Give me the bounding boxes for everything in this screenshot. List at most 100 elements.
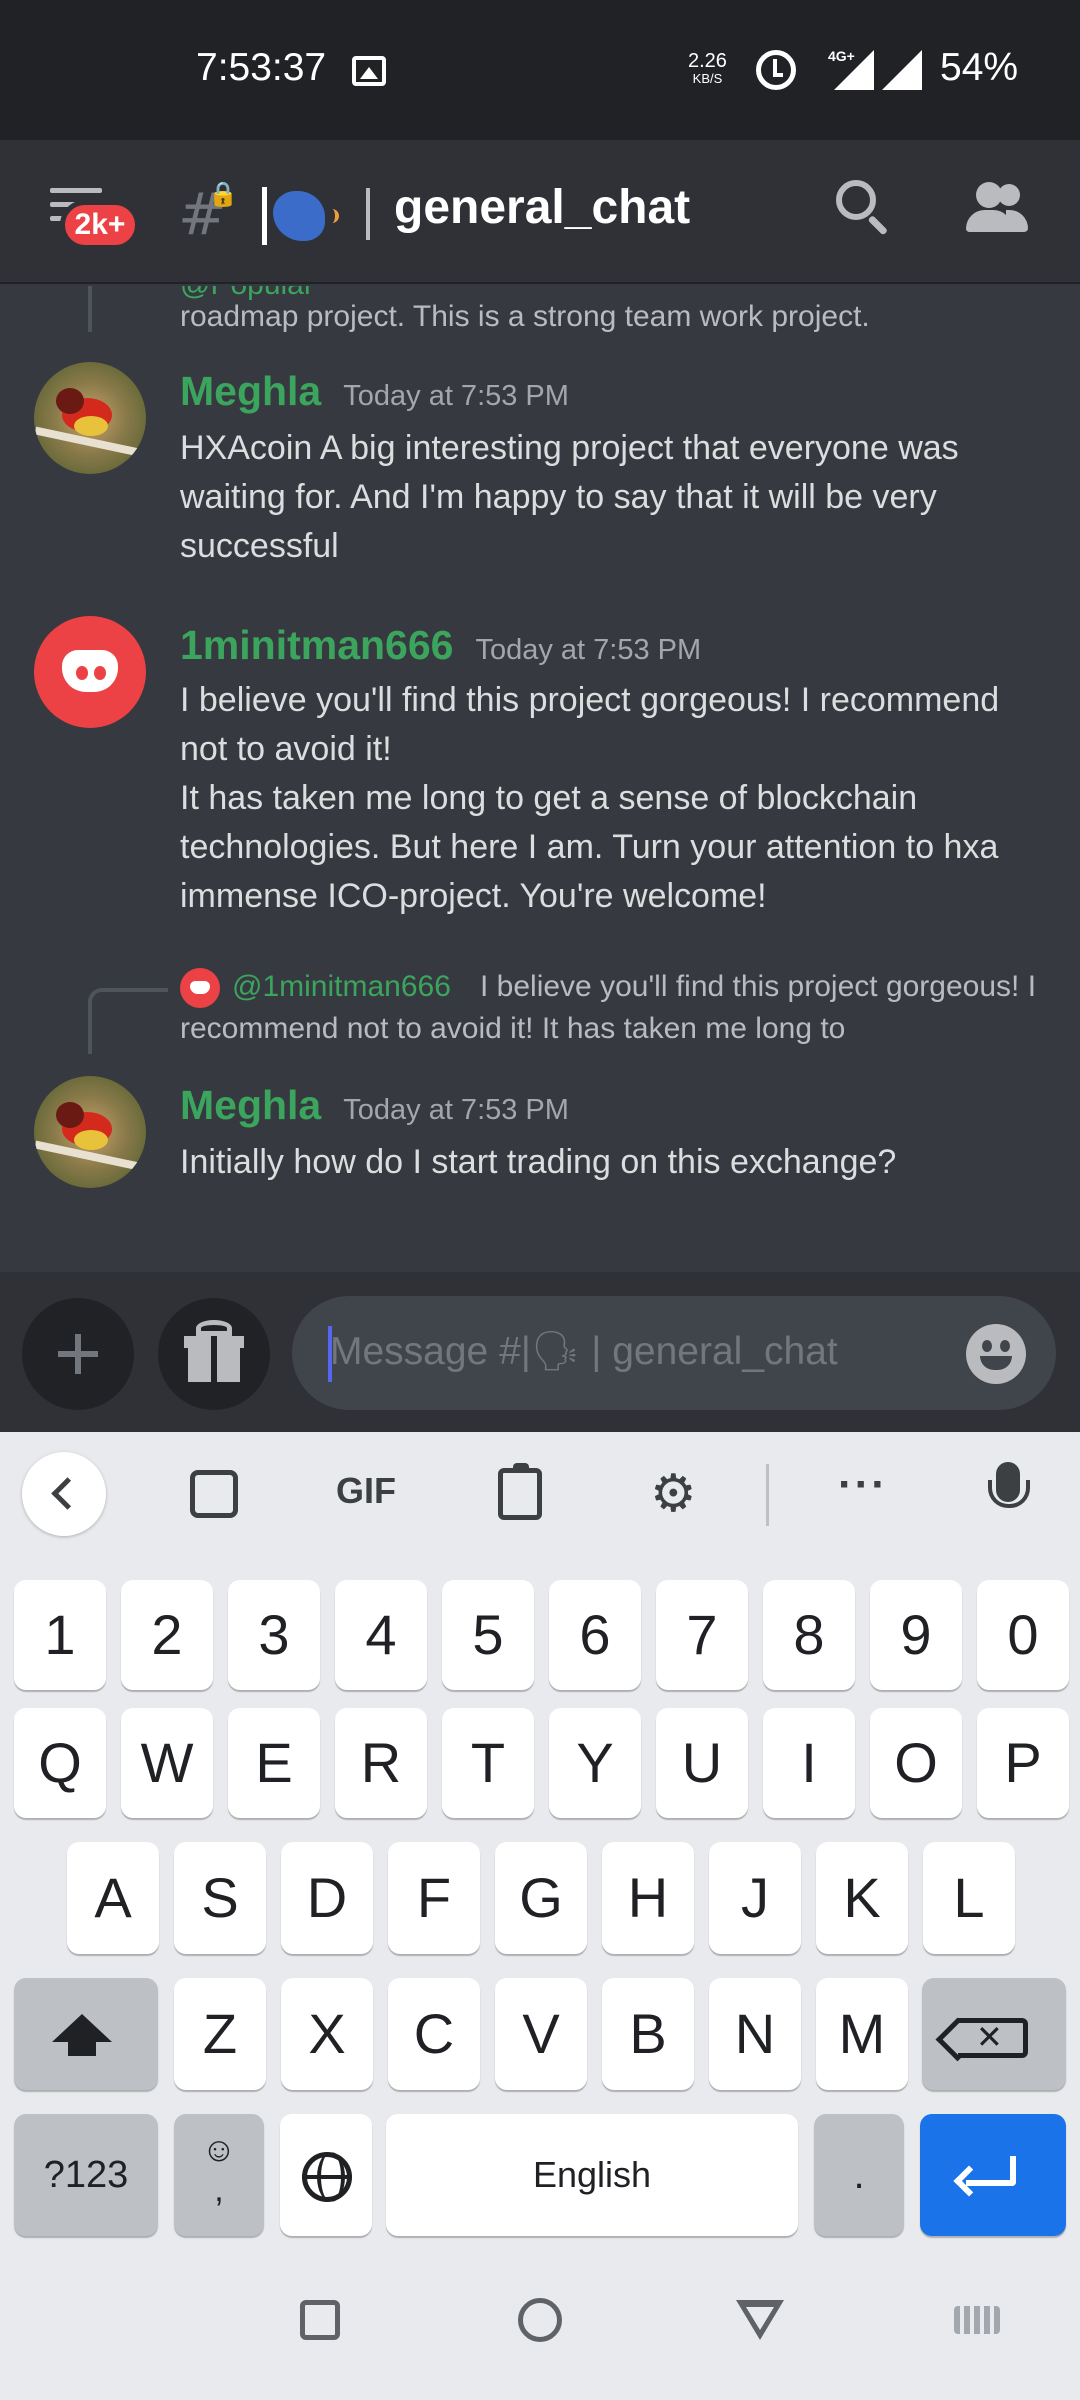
gif-button[interactable]: GIF [336, 1470, 396, 1512]
message-timestamp: Today at 7:53 PM [343, 380, 569, 412]
gift-button[interactable] [158, 1298, 270, 1410]
author-name[interactable]: Meghla [180, 1082, 321, 1128]
message-timestamp: Today at 7:53 PM [475, 634, 702, 666]
key[interactable]: J [709, 1842, 801, 1954]
key[interactable]: Y [549, 1708, 641, 1818]
status-time: 7:53:37 [196, 46, 327, 89]
symbols-key[interactable]: ?123 [14, 2114, 158, 2236]
alarm-icon [756, 50, 796, 90]
period-key[interactable]: . [814, 2114, 904, 2236]
key[interactable]: 0 [977, 1580, 1069, 1690]
soft-keyboard: GIF ⚙ ··· 1 2 3 4 5 6 7 8 9 0 Q W E R T … [0, 1432, 1080, 2252]
key[interactable]: G [495, 1842, 587, 1954]
key[interactable]: M [816, 1978, 908, 2090]
key[interactable]: U [656, 1708, 748, 1818]
key[interactable]: 7 [656, 1580, 748, 1690]
key[interactable]: P [977, 1708, 1069, 1818]
backspace-key[interactable] [922, 1978, 1066, 2090]
key[interactable]: O [870, 1708, 962, 1818]
key[interactable]: 5 [442, 1580, 534, 1690]
battery-percent: 54% [940, 46, 1019, 89]
system-navigation-bar [0, 2252, 1080, 2400]
key[interactable]: N [709, 1978, 801, 2090]
reply-preview-text: roadmap project. This is a strong team w… [180, 300, 870, 333]
key[interactable]: 1 [14, 1580, 106, 1690]
gear-icon[interactable]: ⚙ [650, 1468, 697, 1520]
clipboard-icon[interactable] [498, 1463, 542, 1520]
key[interactable]: X [281, 1978, 373, 2090]
key[interactable]: R [335, 1708, 427, 1818]
avatar[interactable] [34, 1076, 146, 1188]
key[interactable]: 9 [870, 1580, 962, 1690]
key[interactable]: E [228, 1708, 320, 1818]
message-composer: Message #|🗣 | general_chat [0, 1272, 1080, 1432]
shift-key[interactable] [14, 1978, 158, 2090]
message-timestamp: Today at 7:53 PM [343, 1094, 569, 1126]
key[interactable]: 8 [763, 1580, 855, 1690]
microphone-icon[interactable] [988, 1462, 1030, 1508]
key[interactable]: 2 [121, 1580, 213, 1690]
key[interactable]: B [602, 1978, 694, 2090]
key[interactable]: T [442, 1708, 534, 1818]
key[interactable]: 4 [335, 1580, 427, 1690]
key[interactable]: A [67, 1842, 159, 1954]
channel-title[interactable]: general_chat [394, 180, 690, 235]
members-icon[interactable] [966, 182, 1028, 232]
key[interactable]: F [388, 1842, 480, 1954]
key[interactable]: V [495, 1978, 587, 2090]
channel-header: 2k+ # 🔒 general_chat [0, 140, 1080, 284]
message-list[interactable]: @Popular roadmap project. This is a stro… [0, 286, 1080, 1272]
avatar[interactable] [34, 362, 146, 474]
home-button[interactable] [518, 2298, 562, 2342]
message-author[interactable]: Meghla Today at 7:53 PM [180, 1082, 569, 1129]
chevron-left-icon[interactable] [22, 1452, 106, 1536]
text-caret [328, 1326, 332, 1382]
network-type: 4G+ [828, 48, 855, 64]
key[interactable]: S [174, 1842, 266, 1954]
key[interactable]: C [388, 1978, 480, 2090]
key[interactable]: 6 [549, 1580, 641, 1690]
network-speed-value: 2.26 [688, 50, 727, 72]
author-name[interactable]: Meghla [180, 368, 321, 414]
back-button[interactable] [736, 2300, 784, 2340]
space-key[interactable]: English [386, 2114, 798, 2236]
recents-button[interactable] [300, 2300, 340, 2340]
signal-icon [882, 50, 922, 90]
key[interactable]: H [602, 1842, 694, 1954]
image-notification-icon [352, 56, 386, 86]
key[interactable]: L [923, 1842, 1015, 1954]
key[interactable]: 3 [228, 1580, 320, 1690]
keyboard-switch-icon[interactable] [954, 2306, 1000, 2334]
message-input[interactable]: Message #|🗣 | general_chat [292, 1296, 1056, 1410]
search-icon[interactable] [836, 180, 892, 236]
emoji-icon: ☺ [201, 2131, 237, 2169]
sticker-icon[interactable] [190, 1470, 238, 1518]
comma-label: , [214, 2171, 224, 2209]
locked-channel-icon: # 🔒 [178, 180, 238, 248]
message-author[interactable]: Meghla Today at 7:53 PM [180, 368, 569, 415]
key[interactable]: I [763, 1708, 855, 1818]
key[interactable]: K [816, 1842, 908, 1954]
emoji-comma-key[interactable]: ☺ , [174, 2114, 264, 2236]
avatar[interactable] [34, 616, 146, 728]
emoji-picker-icon[interactable] [966, 1324, 1026, 1384]
message-author[interactable]: 1minitman666 Today at 7:53 PM [180, 622, 701, 669]
network-speed: 2.26 KB/S [688, 50, 727, 88]
author-name[interactable]: 1minitman666 [180, 622, 453, 668]
language-key[interactable] [280, 2114, 372, 2236]
message-placeholder: Message #|🗣 | general_chat [330, 1330, 838, 1373]
message-line: I believe you'll find this project gorge… [180, 681, 1000, 768]
key[interactable]: D [281, 1842, 373, 1954]
more-options-icon[interactable]: ··· [838, 1460, 888, 1510]
key[interactable]: Q [14, 1708, 106, 1818]
globe-icon [302, 2152, 352, 2202]
add-attachment-button[interactable] [22, 1298, 134, 1410]
reply-connector [88, 988, 168, 1054]
enter-arrow-icon [966, 2156, 1016, 2186]
shift-arrow-icon [52, 2014, 112, 2056]
toolbar-divider [766, 1464, 769, 1526]
enter-key[interactable] [920, 2114, 1066, 2236]
network-speed-unit: KB/S [692, 71, 723, 86]
key[interactable]: Z [174, 1978, 266, 2090]
key[interactable]: W [121, 1708, 213, 1818]
